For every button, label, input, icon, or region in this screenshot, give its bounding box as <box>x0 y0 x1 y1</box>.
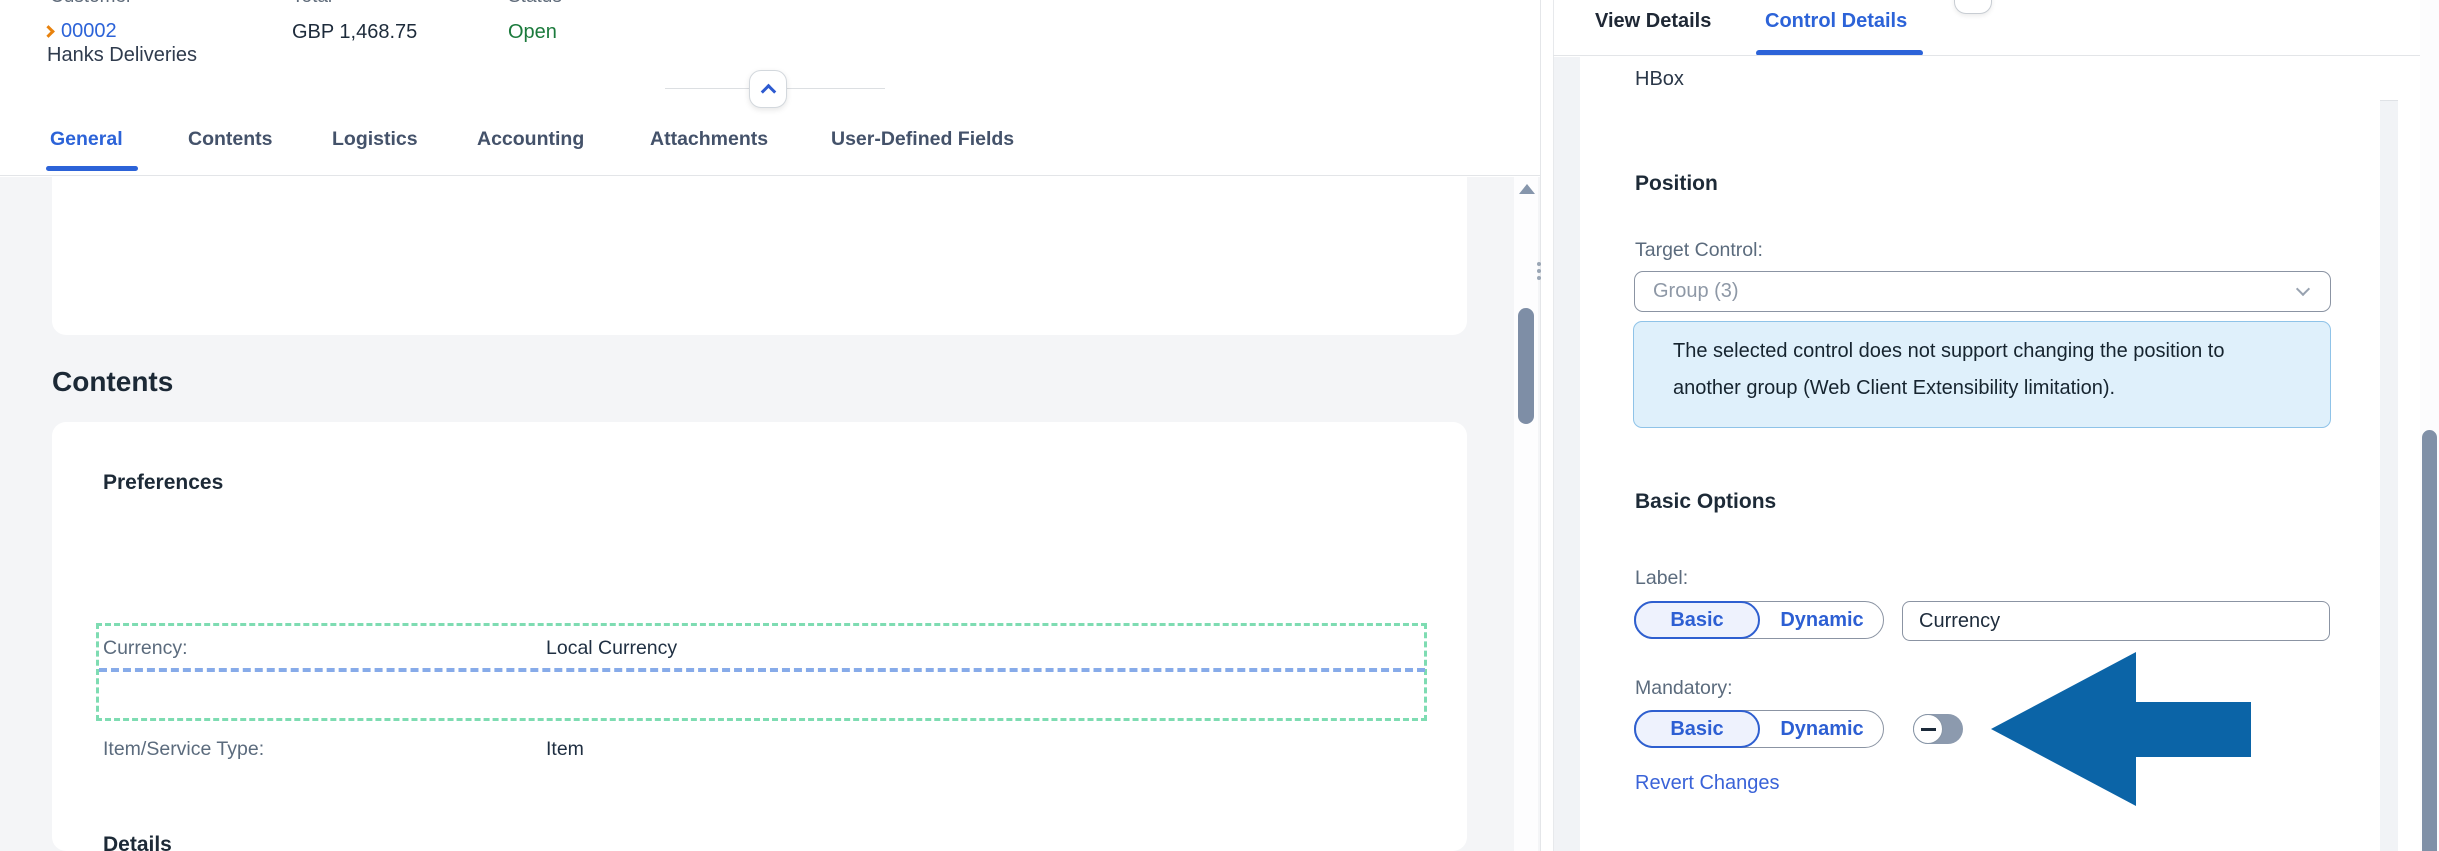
label-mode-dynamic-button[interactable]: Dynamic <box>1761 602 1883 638</box>
drag-insert-indicator <box>99 668 1425 672</box>
details-title: Details <box>103 833 172 851</box>
mandatory-mode-basic-button[interactable]: Basic <box>1634 710 1760 748</box>
target-control-dropdown[interactable]: Group (3) <box>1634 271 2331 312</box>
breadcrumb: 00002 <box>42 20 117 43</box>
splitter-grip-handle[interactable] <box>1537 262 1541 266</box>
panel-divider <box>1540 0 1541 851</box>
tab-contents[interactable]: Contents <box>188 128 273 151</box>
customer-name: Hanks Deliveries <box>47 44 198 66</box>
contents-section-title: Contents <box>52 366 174 397</box>
tab-logistics[interactable]: Logistics <box>332 128 418 151</box>
selected-control-type: HBox <box>1635 68 1684 90</box>
label-mode-dynamic-text: Dynamic <box>1780 608 1864 631</box>
basic-options-title: Basic Options <box>1635 490 1777 513</box>
currency-field-drop-zone[interactable] <box>96 623 1427 721</box>
mandatory-field-label: Mandatory: <box>1635 677 1733 699</box>
label-mode-basic-text: Basic <box>1670 608 1724 631</box>
target-control-dropdown-value: Group (3) <box>1653 280 1739 302</box>
label-mode-segmented-control: Basic Dynamic <box>1634 601 1884 639</box>
total-value: GBP 1,468.75 <box>292 21 418 43</box>
app-screen: Customer 00002 Hanks Deliveries Total GB… <box>0 0 2439 851</box>
status-field-label: Status <box>508 0 562 8</box>
left-scrollbar-thumb[interactable] <box>1518 308 1534 424</box>
label-field-label: Label: <box>1635 567 1689 589</box>
breadcrumb-chevron-icon <box>42 25 55 38</box>
active-tab-underline <box>46 166 138 171</box>
customer-field-label: Customer <box>50 0 132 8</box>
preferences-title: Preferences <box>103 471 224 494</box>
chevron-up-icon <box>760 83 776 100</box>
document-header: Customer 00002 Hanks Deliveries Total GB… <box>0 0 1540 176</box>
revert-changes-link[interactable]: Revert Changes <box>1635 772 1780 795</box>
status-badge: Open <box>508 21 557 43</box>
target-control-label: Target Control: <box>1635 239 1763 261</box>
customer-id-link[interactable]: 00002 <box>61 20 117 43</box>
tab-view-details[interactable]: View Details <box>1595 10 1711 33</box>
info-message-line1: The selected control does not support ch… <box>1673 340 2225 362</box>
panel-toggle-button[interactable] <box>1954 0 1992 14</box>
big-arrow-annotation-icon <box>1991 652 2251 806</box>
mandatory-toggle-switch[interactable] <box>1913 714 1963 744</box>
mandatory-mode-dynamic-button[interactable]: Dynamic <box>1761 711 1883 747</box>
mandatory-mode-basic-text: Basic <box>1670 717 1724 740</box>
label-value-input[interactable] <box>1902 601 2330 641</box>
page-scrollbar-thumb[interactable] <box>2422 430 2437 851</box>
general-section-card <box>52 177 1467 335</box>
chevron-down-icon <box>2295 281 2311 297</box>
mandatory-mode-dynamic-text: Dynamic <box>1780 717 1864 740</box>
position-info-message: The selected control does not support ch… <box>1633 321 2331 428</box>
info-message-line2: another group (Web Client Extensibility … <box>1673 377 2116 399</box>
minus-icon <box>1921 728 1936 731</box>
tab-general[interactable]: General <box>50 128 123 151</box>
tab-control-details[interactable]: Control Details <box>1765 10 1907 33</box>
item-service-type-value: Item <box>546 738 584 760</box>
tab-attachments[interactable]: Attachments <box>650 128 768 151</box>
inspector-left-gutter <box>1554 57 1580 851</box>
label-mode-basic-button[interactable]: Basic <box>1634 601 1760 639</box>
mandatory-mode-segmented-control: Basic Dynamic <box>1634 710 1884 748</box>
inspector-header-border <box>1553 55 2420 56</box>
inspector-right-gutter <box>2380 100 2398 851</box>
currency-row-label: Currency: <box>103 637 188 659</box>
scroll-up-arrow-icon[interactable] <box>1519 184 1535 194</box>
position-section-title: Position <box>1635 172 1718 195</box>
tab-accounting[interactable]: Accounting <box>477 128 584 151</box>
item-service-type-label: Item/Service Type: <box>103 738 265 760</box>
tab-user-defined-fields[interactable]: User-Defined Fields <box>831 128 1014 151</box>
collapse-header-button[interactable] <box>749 70 787 108</box>
currency-row-value: Local Currency <box>546 637 678 659</box>
toggle-knob <box>1913 714 1943 744</box>
left-scrollbar-track[interactable] <box>1514 177 1538 851</box>
total-field-label: Total <box>292 0 332 8</box>
